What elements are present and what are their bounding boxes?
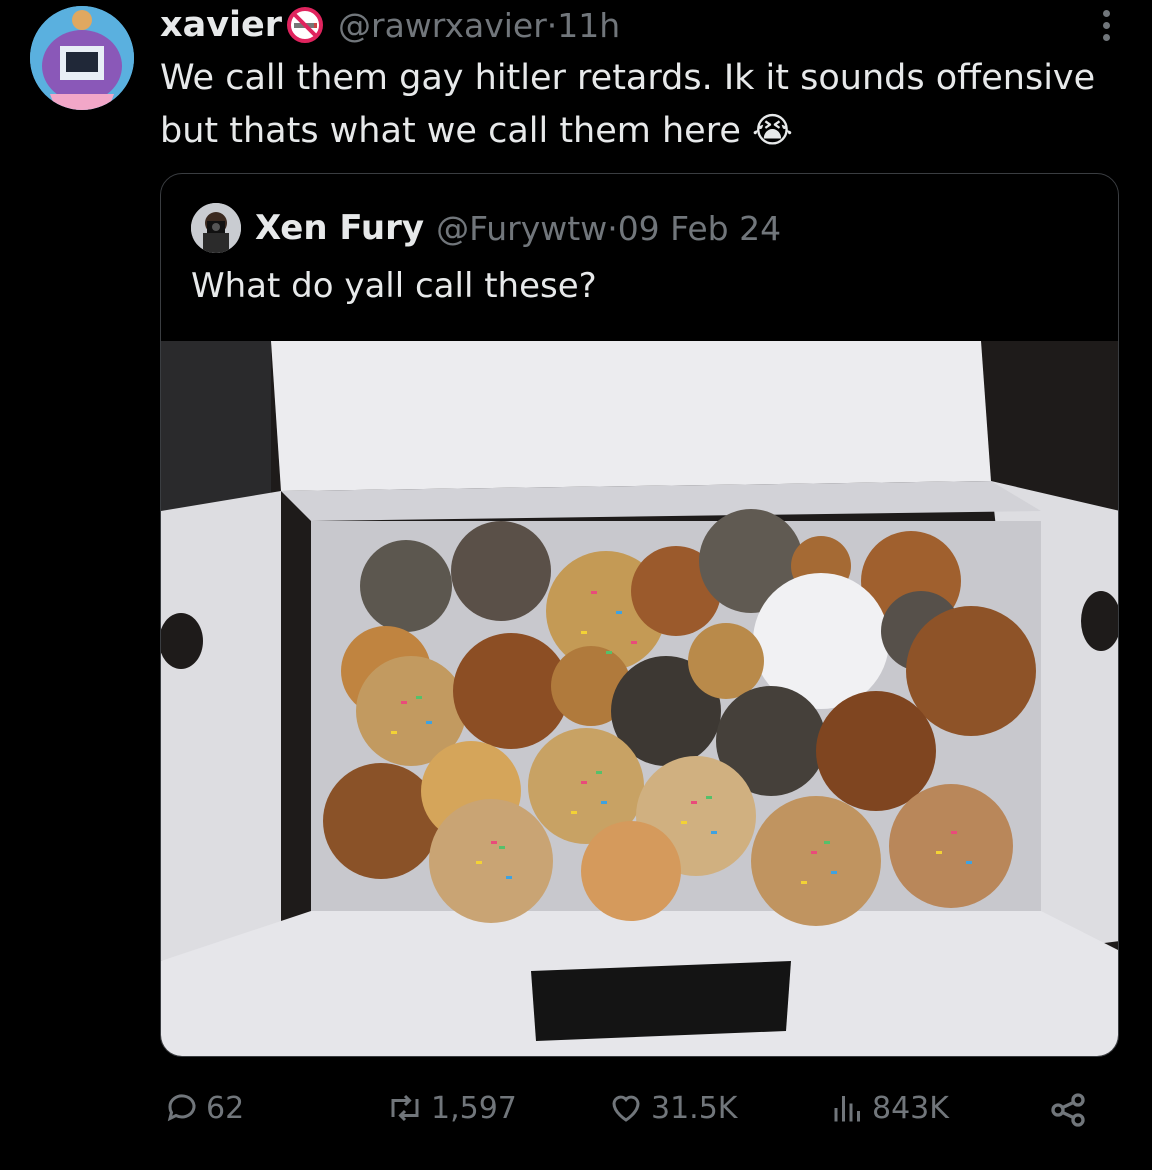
repost-button[interactable]: 1,597 bbox=[385, 1090, 517, 1126]
quoted-time-separator: · bbox=[607, 208, 618, 248]
no-smoking-icon bbox=[286, 6, 324, 44]
tweet-text: We call them gay hitler retards. Ik it s… bbox=[160, 52, 1120, 158]
quoted-author-name: Xen Fury bbox=[255, 208, 425, 248]
reply-button[interactable]: 62 bbox=[164, 1090, 244, 1126]
quoted-author-handle: @Furywtw bbox=[436, 208, 608, 248]
share-icon bbox=[1051, 1093, 1085, 1127]
repost-count: 1,597 bbox=[431, 1090, 517, 1126]
donut-holes-photo[interactable] bbox=[161, 341, 1118, 1056]
quoted-tweet-text: What do yall call these? bbox=[191, 266, 597, 306]
like-button[interactable]: 31.5K bbox=[607, 1090, 737, 1126]
avatar[interactable] bbox=[30, 6, 134, 110]
quoted-tweet[interactable]: Xen Fury @Furywtw · 09 Feb 24 What do ya… bbox=[160, 173, 1119, 1057]
reply-icon bbox=[167, 1094, 196, 1122]
views-button[interactable]: 843K bbox=[830, 1090, 949, 1126]
time-separator: · bbox=[546, 5, 558, 45]
quoted-date: 09 Feb 24 bbox=[617, 208, 782, 248]
views-count: 843K bbox=[872, 1090, 949, 1126]
crying-emoji: 😭 bbox=[752, 111, 793, 151]
quoted-avatar bbox=[191, 203, 241, 253]
like-count: 31.5K bbox=[651, 1090, 738, 1126]
more-icon[interactable] bbox=[1096, 6, 1116, 46]
share-button[interactable] bbox=[1048, 1090, 1094, 1130]
reply-count: 62 bbox=[206, 1090, 245, 1126]
author-name[interactable]: xavier bbox=[160, 5, 282, 45]
author-handle[interactable]: @rawrxavier bbox=[338, 6, 547, 45]
quoted-tweet-header: Xen Fury @Furywtw · 09 Feb 24 bbox=[191, 203, 782, 253]
like-icon bbox=[612, 1095, 640, 1122]
action-bar: 62 1,597 31.5K 843K bbox=[0, 1082, 1152, 1142]
views-icon bbox=[834, 1096, 860, 1122]
tweet-time[interactable]: 11h bbox=[557, 6, 620, 45]
tweet-header: xavier @rawrxavier · 11h bbox=[160, 2, 620, 48]
tweet-body: We call them gay hitler retards. Ik it s… bbox=[160, 58, 1096, 151]
repost-icon bbox=[391, 1094, 419, 1122]
